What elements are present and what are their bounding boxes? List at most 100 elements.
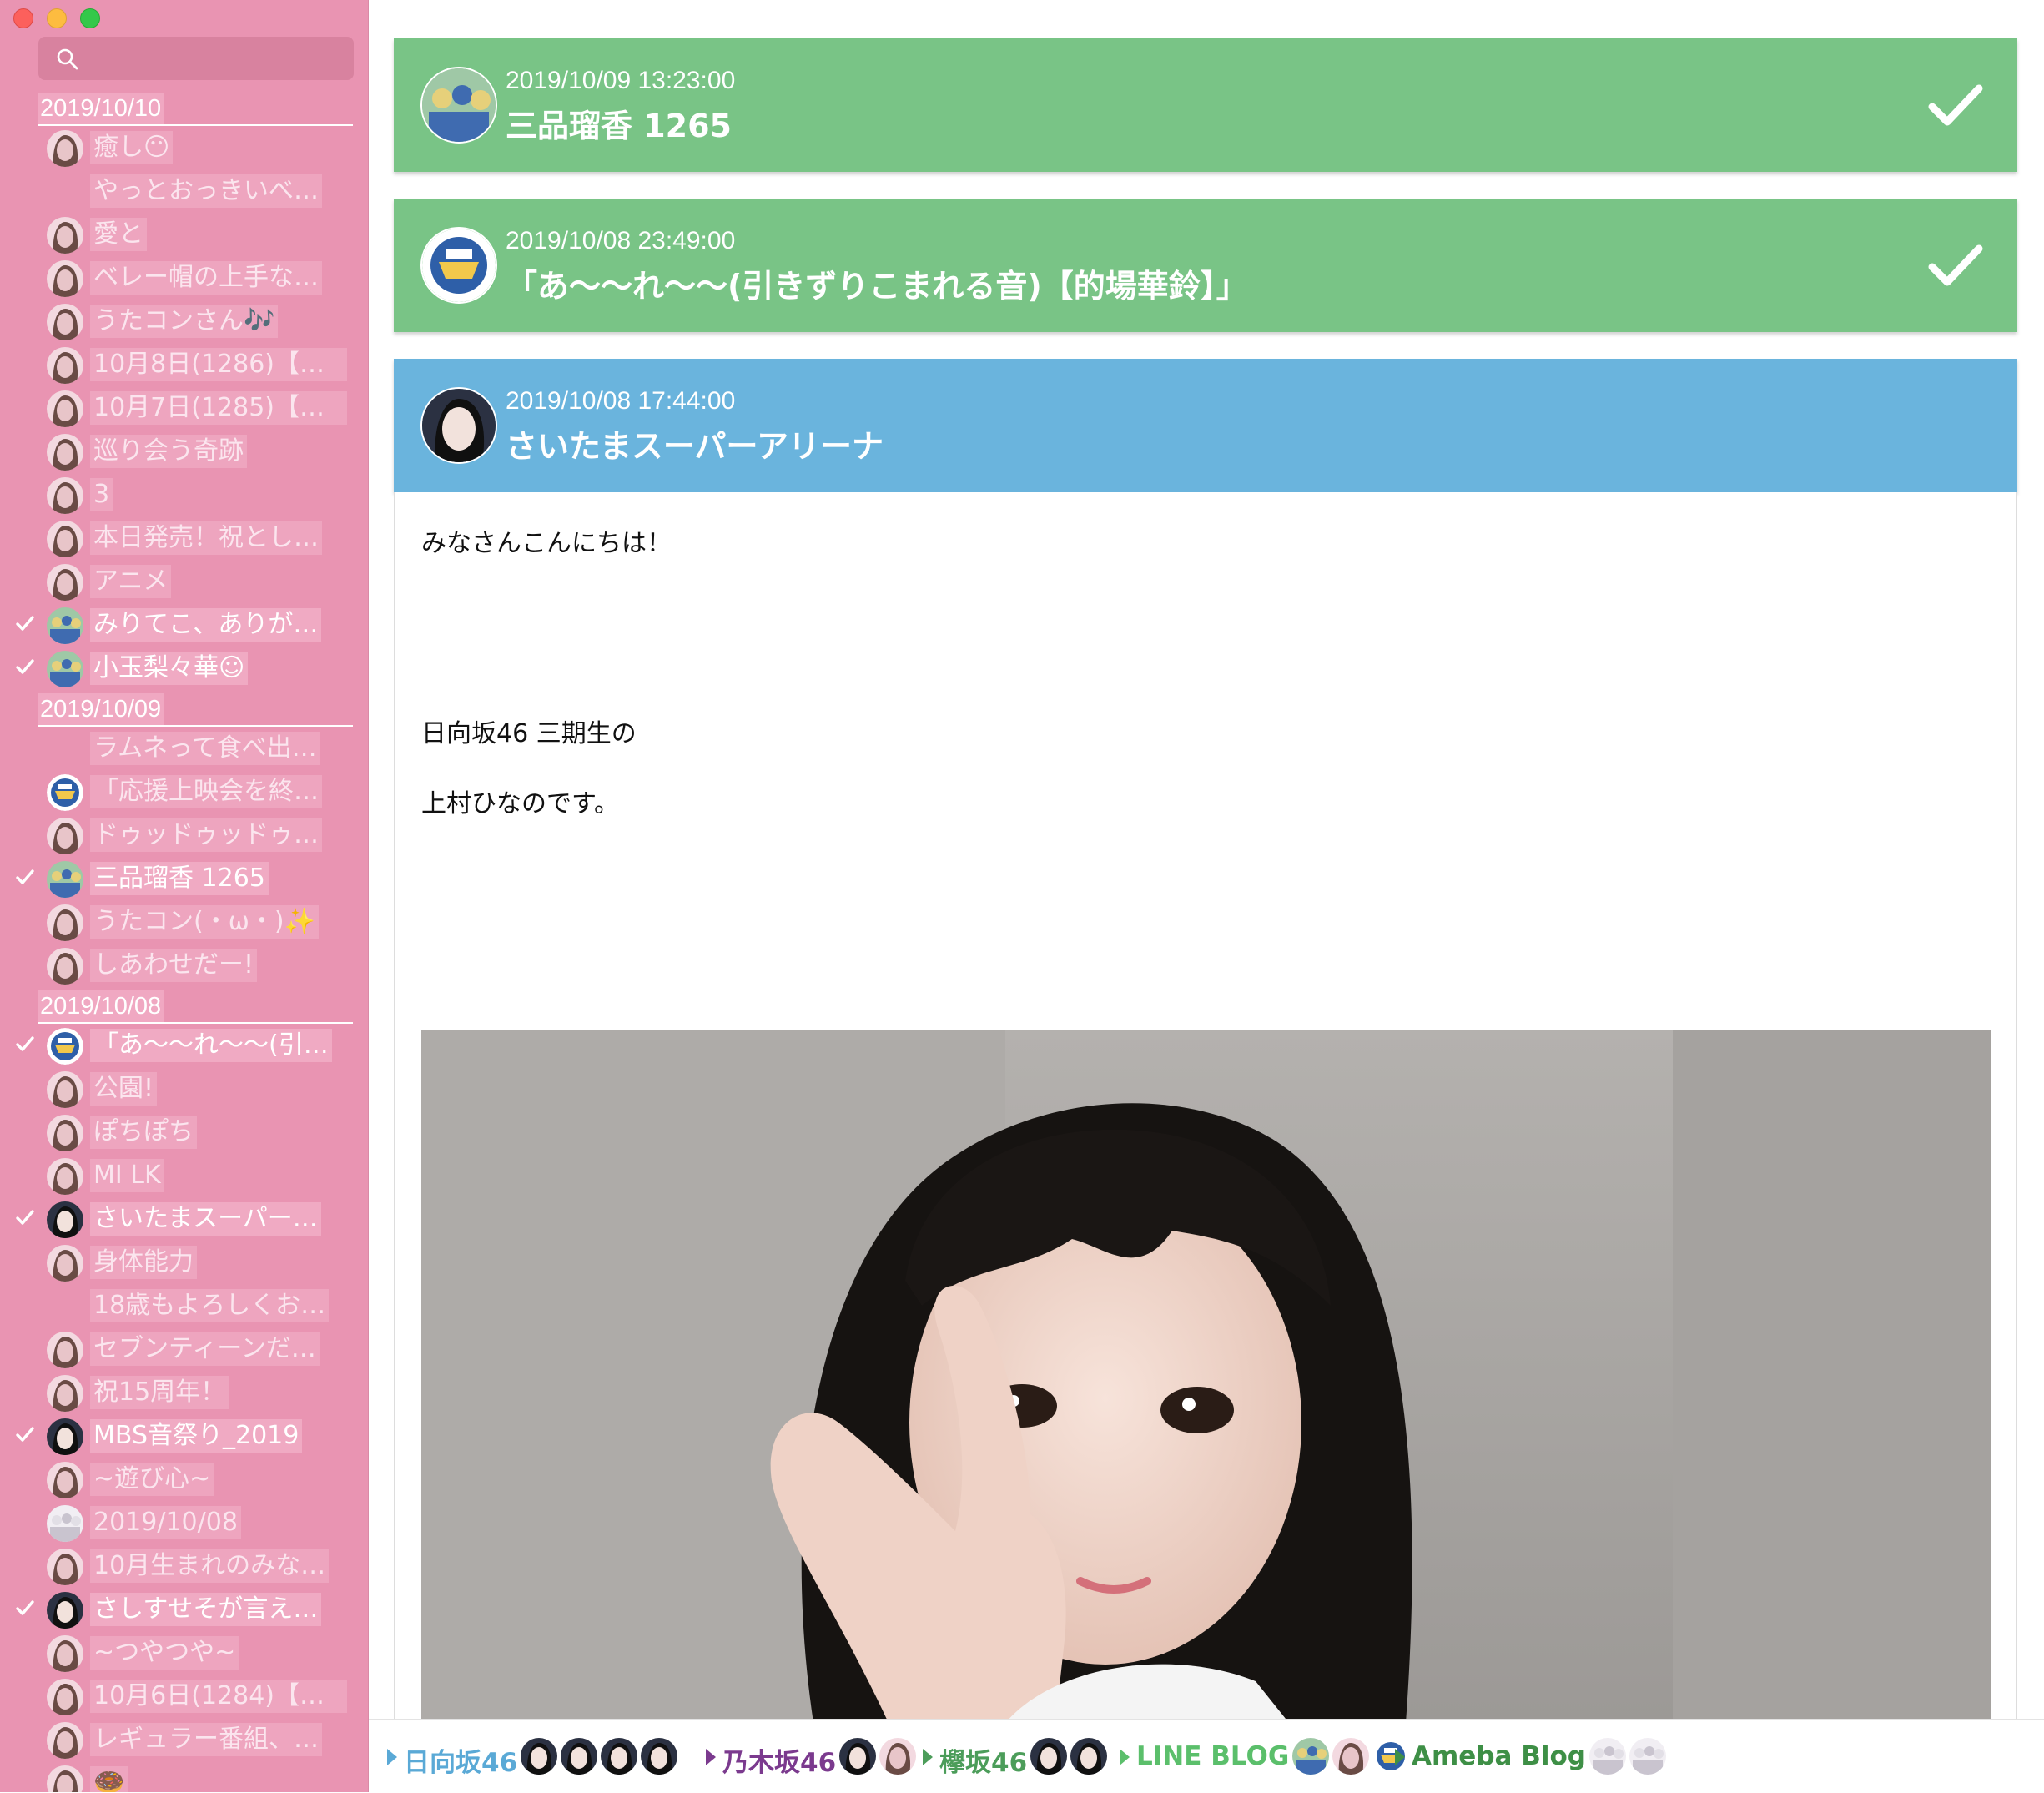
post-list-item[interactable]: みりてこ、ありが… [0, 603, 368, 647]
post-list-item[interactable]: 18歳もよろしくお… [0, 1284, 368, 1327]
read-check-icon [15, 613, 35, 633]
search-box[interactable] [38, 37, 354, 80]
disclosure-triangle-icon[interactable] [706, 1749, 716, 1765]
author-avatar [47, 130, 83, 167]
read-check-icon[interactable] [1927, 242, 1984, 289]
post-list-item[interactable]: アニメ [0, 560, 368, 603]
post-view: 2019/10/09 13:23:00 三品瑠香 1265 2019/10/08 2… [369, 0, 2044, 1792]
post-list-item[interactable]: しあわせだー! [0, 944, 368, 987]
disclosure-triangle-icon[interactable] [1120, 1749, 1130, 1765]
post-list-item[interactable]: 祝15周年！ [0, 1371, 368, 1414]
post-title: セブンティーンだ… [90, 1332, 320, 1366]
member-avatar[interactable] [1629, 1738, 1666, 1775]
post-list: 2019/10/10 癒し😶 やっとおっきいべ… 愛と ベレー帽の上手な… うたコンさん🎶… [0, 89, 368, 1792]
post-header[interactable]: 2019/10/09 13:23:00 三品瑠香 1265 [394, 38, 2017, 172]
post-photo[interactable] [421, 1030, 1991, 1723]
member-avatar[interactable] [1332, 1738, 1369, 1775]
post-title: 18歳もよろしくお… [90, 1289, 330, 1322]
post-list-item[interactable]: 公園! [0, 1067, 368, 1111]
post-title: 10月7日(1285)【何… [90, 391, 347, 425]
post-list-item[interactable]: 愛と [0, 213, 368, 256]
author-avatar [420, 387, 497, 464]
date-header: 2019/10/08 [38, 987, 353, 1024]
post-list-item[interactable]: 2019/10/08 [0, 1501, 368, 1544]
disclosure-triangle-icon[interactable] [923, 1749, 933, 1765]
date-header: 2019/10/10 [38, 89, 353, 126]
post-date: 2019/10/08 17:44:00 [506, 387, 736, 415]
post-list-item[interactable]: 「応援上映会を終… [0, 770, 368, 813]
member-avatar[interactable] [1589, 1738, 1626, 1775]
post-list-item[interactable]: ~遊び心~ [0, 1458, 368, 1501]
post-list-item[interactable]: 三品瑠香 1265 [0, 857, 368, 900]
post-title: 10月生まれのみな… [90, 1549, 330, 1583]
post-list-item[interactable]: 巡り会う奇跡 [0, 430, 368, 473]
post-list-item[interactable]: 3 [0, 473, 368, 516]
author-avatar [47, 1462, 83, 1498]
author-avatar [47, 774, 83, 811]
post-title: さいたまスーパー… [90, 1202, 321, 1236]
post-title: 癒し😶 [90, 131, 174, 164]
post-title: しあわせだー! [90, 949, 258, 982]
disclosure-triangle-icon[interactable] [387, 1749, 397, 1765]
author-avatar [47, 861, 83, 898]
post-list-item[interactable]: 10月生まれのみな… [0, 1544, 368, 1588]
post-list-item[interactable]: 🍩 [0, 1761, 368, 1792]
post-title: ~つやつや~ [90, 1636, 239, 1670]
post-title: 「あ〜〜れ〜〜(引きずりこまれる音)【的場華鈴】」 [506, 268, 1248, 305]
post-list-item[interactable]: レギュラー番組、… [0, 1718, 368, 1761]
search-input[interactable] [85, 43, 339, 75]
post-list-item[interactable]: 10月8日(1286)【理… [0, 343, 368, 386]
author-avatar [47, 904, 83, 941]
post-list-item[interactable]: ドゥッドゥッドゥ… [0, 813, 368, 857]
member-avatar[interactable] [641, 1738, 677, 1775]
post-list-item[interactable]: 「あ〜〜れ〜〜(引… [0, 1024, 368, 1067]
post-list-item[interactable]: 癒し😶 [0, 126, 368, 169]
group-label: Ameba Blog [1412, 1741, 1586, 1771]
post-list-item[interactable]: 10月6日(1284)【⭐】 [0, 1675, 368, 1718]
selfie-photo [421, 1030, 1991, 1723]
post-list-item[interactable]: MBS音祭り_2019 [0, 1414, 368, 1458]
post-title: 三品瑠香 1265 [506, 108, 732, 144]
post-body: みなさんこんにちは！ 日向坂46 三期生の 上村ひなのです。 [394, 492, 2017, 1723]
member-avatar[interactable] [1030, 1738, 1067, 1775]
group-label: 欅坂46 [939, 1748, 1028, 1778]
post-list-item[interactable]: 本日発売！祝とし… [0, 516, 368, 560]
post-list-item[interactable]: うたコン(・ω・)✨ [0, 900, 368, 944]
post-list-item[interactable]: 小玉梨々華☺ [0, 647, 368, 690]
post-title: うたコン(・ω・)✨ [90, 905, 319, 939]
member-avatar[interactable] [561, 1738, 597, 1775]
author-avatar [47, 607, 83, 644]
post-title: ラムネって食べ出… [90, 732, 320, 765]
post-list-item[interactable]: ベレー帽の上手な… [0, 256, 368, 300]
post-list-item[interactable]: やっとおっきいべ… [0, 169, 368, 213]
disclosure-triangle-icon[interactable] [1395, 1749, 1405, 1765]
author-avatar [47, 1028, 83, 1065]
post-list-item[interactable]: 10月7日(1285)【何… [0, 386, 368, 430]
post-list-item[interactable]: さしすせそが言え… [0, 1588, 368, 1631]
minimize-window-button[interactable] [47, 8, 67, 28]
post-list-item[interactable]: MI LK [0, 1154, 368, 1197]
post-list-item[interactable]: 身体能力 [0, 1241, 368, 1284]
member-avatar[interactable] [1292, 1738, 1329, 1775]
member-avatar[interactable] [839, 1738, 876, 1775]
post-list-item[interactable]: ~つやつや~ [0, 1631, 368, 1675]
member-avatar[interactable] [1070, 1738, 1107, 1775]
post-list-item[interactable]: ぽちぽち [0, 1111, 368, 1154]
post-title: 「応援上映会を終… [90, 775, 322, 808]
post-date: 2019/10/08 23:49:00 [506, 227, 736, 254]
post-list-item[interactable]: うたコンさん🎶 [0, 300, 368, 343]
post-header[interactable]: 2019/10/08 17:44:00 さいたまスーパーアリーナ [394, 359, 2017, 492]
member-avatar[interactable] [601, 1738, 637, 1775]
author-avatar [47, 1592, 83, 1629]
member-avatar[interactable] [521, 1738, 557, 1775]
post-list-item[interactable]: ラムネって食べ出… [0, 727, 368, 770]
close-window-button[interactable] [13, 8, 33, 28]
post-header[interactable]: 2019/10/08 23:49:00 「あ〜〜れ〜〜(引きずりこまれる音)【的場… [394, 199, 2017, 332]
read-check-icon[interactable] [1927, 82, 1984, 128]
zoom-window-button[interactable] [80, 8, 100, 28]
post-list-item[interactable]: セブンティーンだ… [0, 1327, 368, 1371]
post-list-item[interactable]: さいたまスーパー… [0, 1197, 368, 1241]
author-avatar [47, 347, 83, 384]
member-avatar[interactable] [879, 1738, 916, 1775]
post-title: 3 [90, 478, 113, 511]
